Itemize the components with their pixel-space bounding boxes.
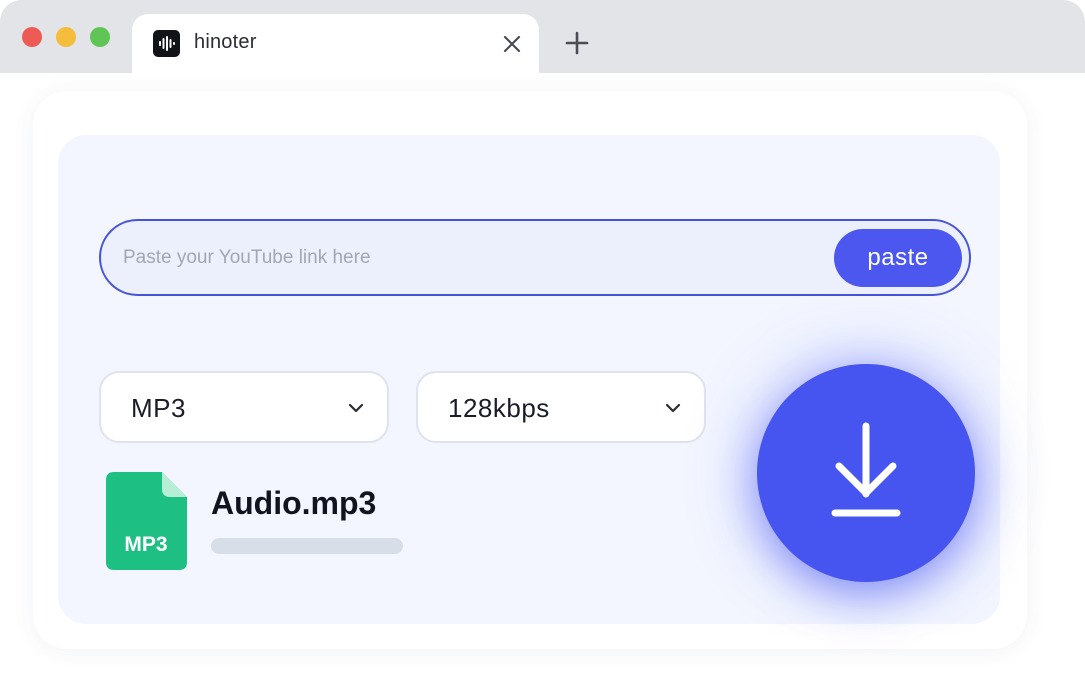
chevron-down-icon xyxy=(348,403,364,413)
close-icon[interactable] xyxy=(500,32,524,56)
youtube-link-input[interactable] xyxy=(123,239,803,277)
file-icon-label: MP3 xyxy=(124,533,167,556)
plus-icon[interactable] xyxy=(564,30,590,56)
maximize-window-button[interactable] xyxy=(90,27,110,47)
tab-title: hinoter xyxy=(194,31,257,53)
tab-bar: hinoter xyxy=(0,0,1085,73)
converter-card: paste MP3 128kbps xyxy=(33,91,1027,649)
file-name: Audio.mp3 xyxy=(211,485,377,521)
download-progress-bar xyxy=(211,538,403,554)
download-arrow-icon xyxy=(831,422,901,517)
paste-button[interactable]: paste xyxy=(834,229,962,287)
browser-window: hinoter paste MP3 xyxy=(0,0,1085,683)
format-select-value: MP3 xyxy=(131,393,186,423)
page-content: paste MP3 128kbps xyxy=(0,73,1085,683)
url-bar: paste xyxy=(99,219,971,296)
format-select[interactable]: MP3 xyxy=(99,371,389,443)
browser-tab[interactable]: hinoter xyxy=(132,14,539,73)
converter-panel: paste MP3 128kbps xyxy=(58,135,1000,624)
close-window-button[interactable] xyxy=(22,27,42,47)
bitrate-select[interactable]: 128kbps xyxy=(416,371,706,443)
minimize-window-button[interactable] xyxy=(56,27,76,47)
bitrate-select-value: 128kbps xyxy=(448,393,550,423)
mp3-file-icon: MP3 xyxy=(106,472,187,570)
waveform-icon xyxy=(153,30,180,57)
chevron-down-icon xyxy=(665,403,681,413)
download-button[interactable] xyxy=(757,364,975,582)
